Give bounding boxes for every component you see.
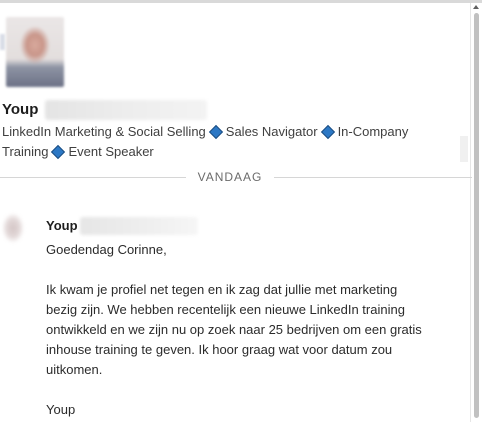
- message-sender-avatar[interactable]: [2, 210, 24, 246]
- profile-avatar[interactable]: [6, 17, 64, 87]
- headline-part-1: LinkedIn Marketing & Social Selling: [2, 124, 206, 139]
- message-greeting: Goedendag Corinne,: [46, 242, 167, 257]
- profile-name[interactable]: Youp: [2, 101, 38, 118]
- divider-line-right: [274, 177, 472, 178]
- headline-part-3: In-Company: [337, 124, 409, 139]
- vertical-scrollbar[interactable]: [470, 3, 482, 422]
- message-body: Goedendag Corinne, Ik kwam je profiel ne…: [46, 240, 456, 420]
- message-sender-name[interactable]: Youp: [46, 218, 78, 233]
- message-line: inhouse training te geven. Ik hoor graag…: [46, 342, 393, 357]
- date-divider-label: VANDAAG: [197, 170, 263, 184]
- window-top-border: [0, 0, 482, 3]
- message-line: bezig zijn. We hebben recentelijk een ni…: [46, 302, 405, 317]
- headline-part-5: Event Speaker: [68, 144, 154, 159]
- profile-headline: LinkedIn Marketing & Social Selling Sales…: [2, 122, 457, 162]
- date-divider: VANDAAG: [0, 169, 472, 187]
- divider-line-left: [0, 177, 186, 178]
- diamond-icon: [208, 124, 223, 140]
- scrollbar-thumb[interactable]: [474, 13, 479, 418]
- headline-part-2: Sales Navigator: [225, 124, 318, 139]
- profile-surname-redacted: [45, 100, 207, 120]
- message-line: Ik kwam je profiel net tegen en ik zag d…: [46, 282, 398, 297]
- headline-part-4: Training: [2, 144, 49, 159]
- diamond-icon: [320, 124, 335, 140]
- message-sender-surname-redacted: [80, 217, 198, 235]
- message-signoff: Youp: [46, 402, 76, 417]
- diamond-icon: [51, 144, 66, 160]
- message-line: ontwikkeld en we zijn nu op zoek naar 25…: [46, 322, 422, 337]
- message-line: uitkomen.: [46, 362, 103, 377]
- side-panel-edge: [460, 136, 468, 162]
- avatar-shadow: [0, 34, 5, 50]
- scroll-up-arrow-icon[interactable]: [473, 5, 479, 9]
